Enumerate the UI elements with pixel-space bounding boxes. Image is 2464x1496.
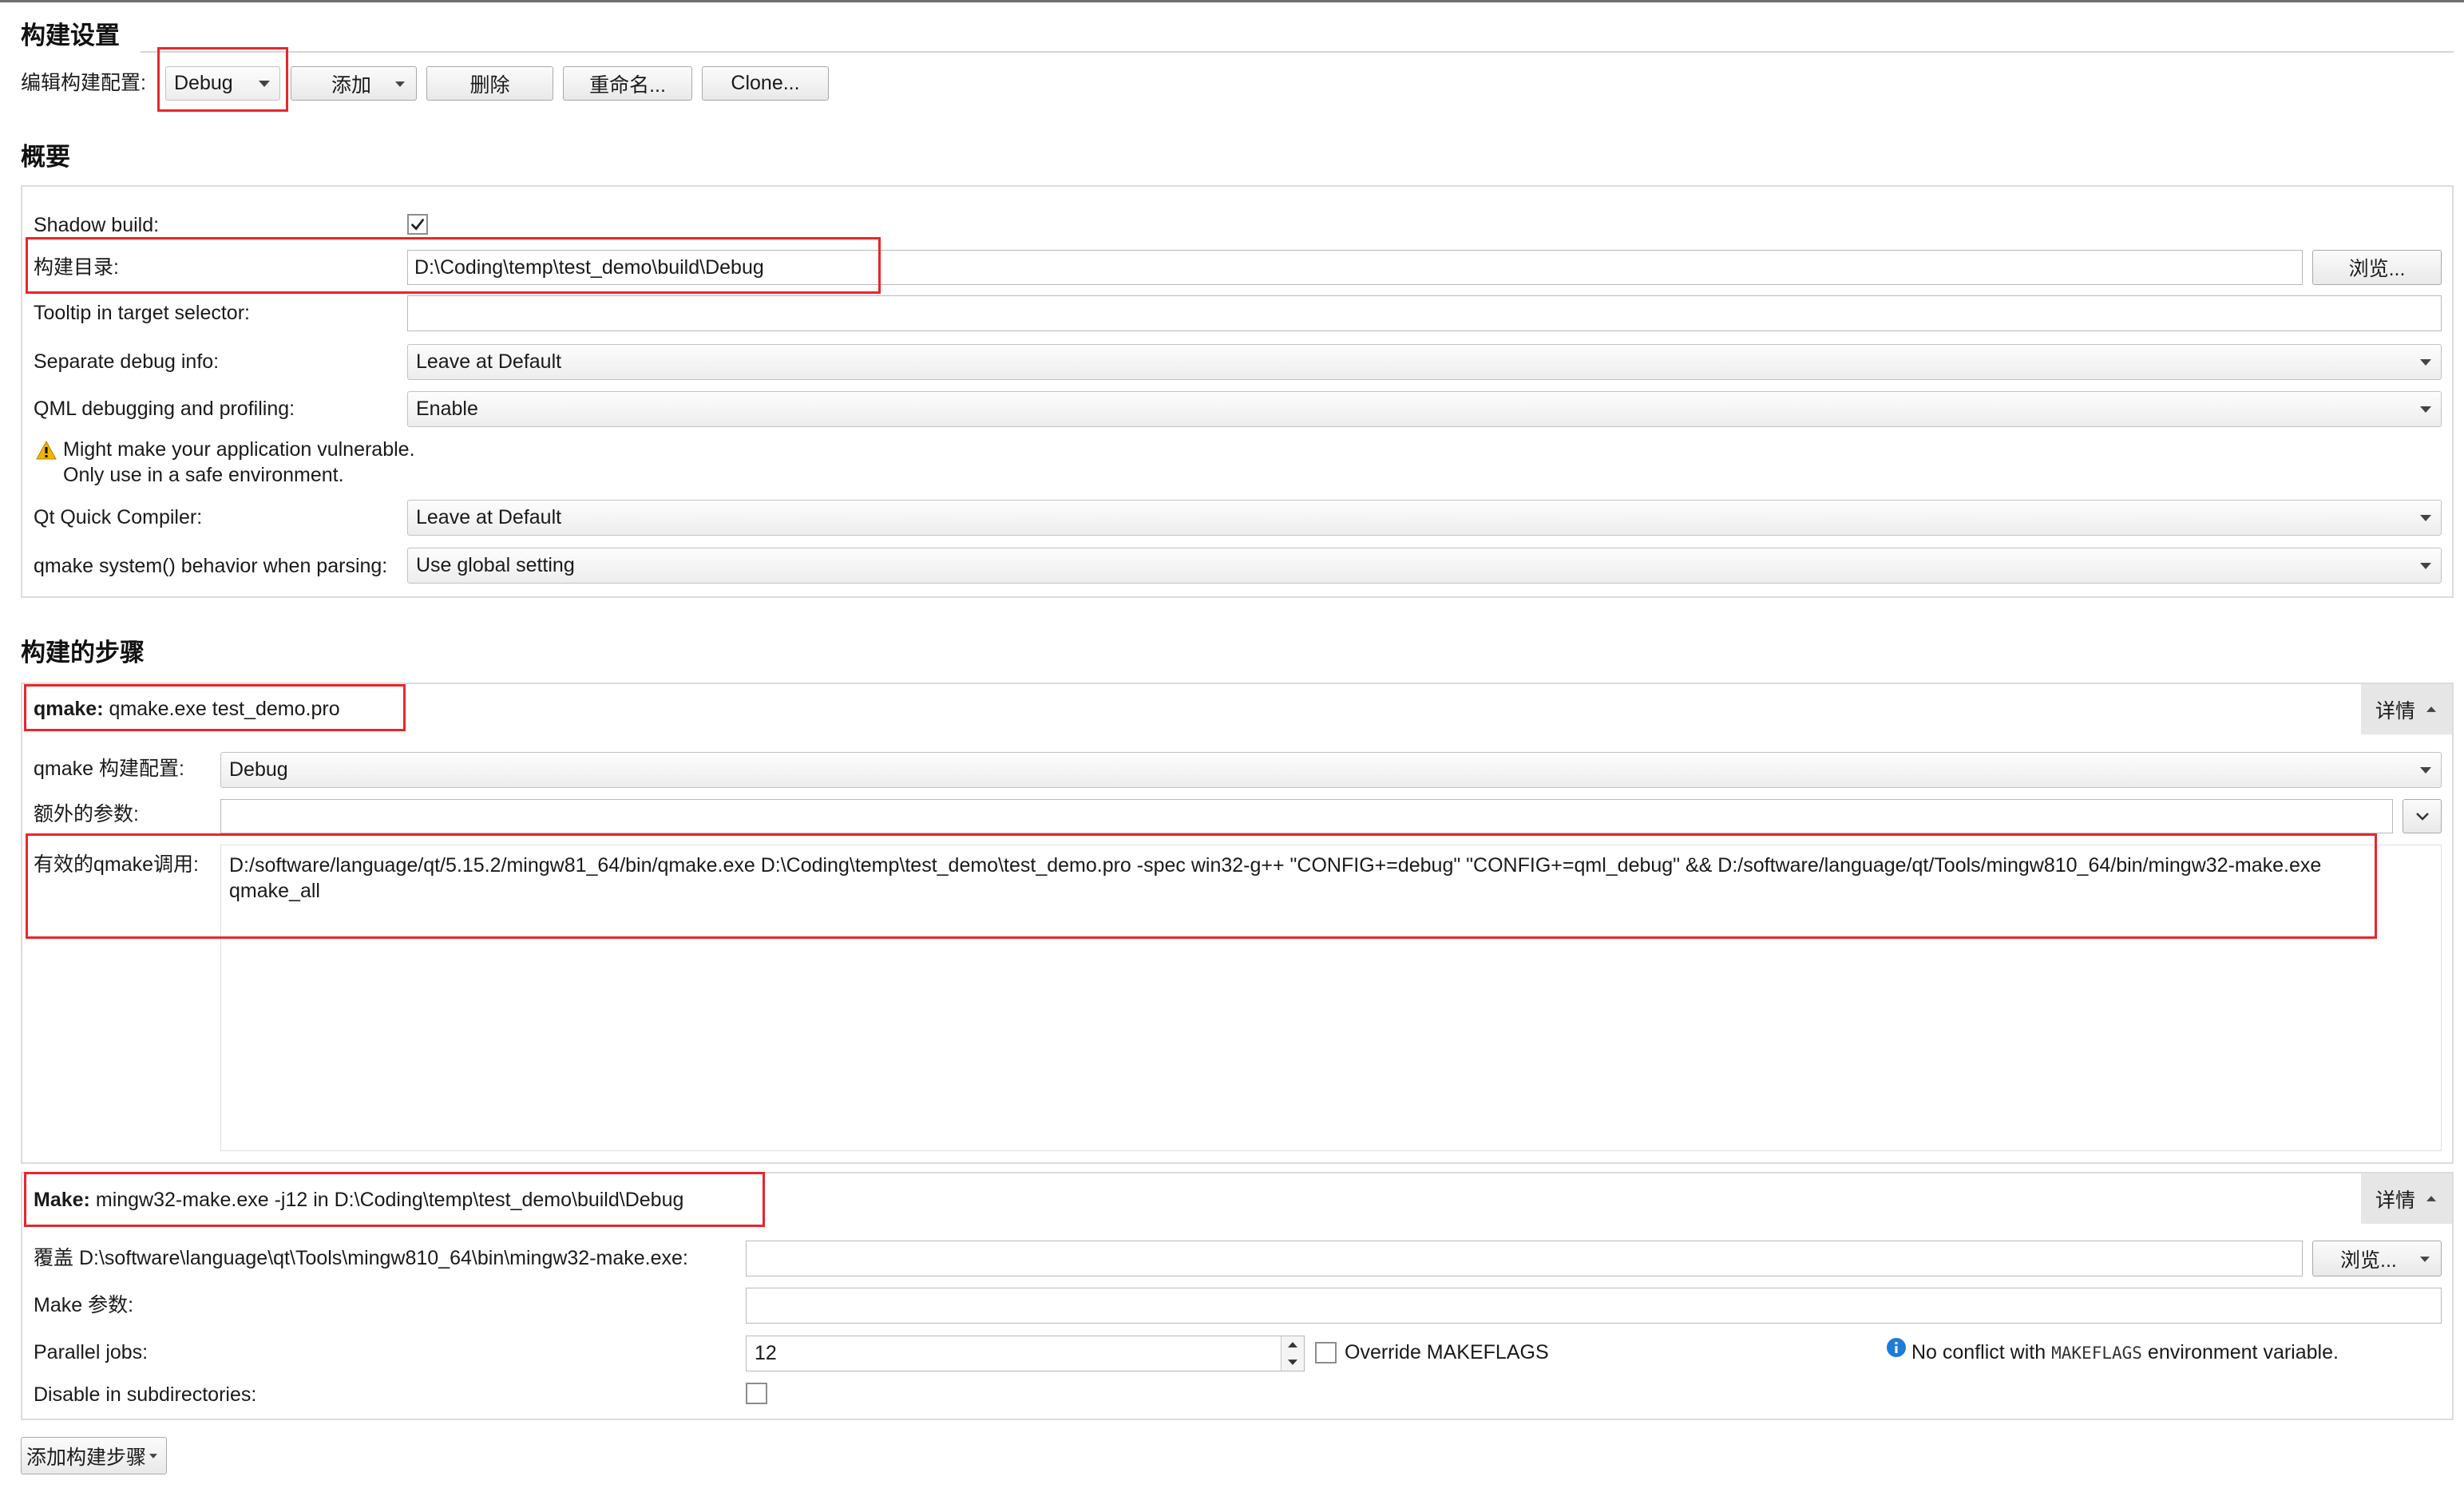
info-icon bbox=[1887, 1338, 1906, 1357]
qt-quick-compiler-label: Qt Quick Compiler: bbox=[34, 506, 203, 528]
chevron-down-icon bbox=[2420, 406, 2431, 413]
spin-up-icon bbox=[1288, 1342, 1297, 1348]
qml-debug-label: QML debugging and profiling: bbox=[34, 398, 295, 420]
details-label: 详情 bbox=[2375, 1189, 2416, 1212]
disable-subdirs-label: Disable in subdirectories: bbox=[34, 1383, 257, 1406]
clone-config-label: Clone... bbox=[731, 72, 800, 94]
add-config-button[interactable]: 添加 bbox=[291, 66, 417, 101]
parallel-jobs-spinbox[interactable]: 12 bbox=[746, 1336, 1305, 1371]
rename-config-button[interactable]: 重命名... bbox=[563, 66, 692, 101]
effective-call-textarea[interactable]: D:/software/language/qt/5.15.2/mingw81_6… bbox=[220, 845, 2442, 1151]
make-args-label: Make 参数: bbox=[34, 1294, 134, 1316]
effective-call-label: 有效的qmake调用: bbox=[34, 853, 199, 876]
chevron-down-icon bbox=[2420, 514, 2431, 521]
delete-config-button[interactable]: 删除 bbox=[426, 66, 553, 101]
make-step-command: mingw32-make.exe -j12 in D:\Coding\temp\… bbox=[95, 1189, 684, 1211]
chevron-down-icon bbox=[149, 1453, 158, 1458]
qt-quick-compiler-select[interactable]: Leave at Default bbox=[407, 500, 2442, 536]
build-dir-input[interactable]: D:\Coding\temp\test_demo\build\Debug bbox=[407, 250, 2303, 285]
parallel-jobs-value: 12 bbox=[755, 1342, 777, 1364]
add-config-label: 添加 bbox=[331, 73, 372, 97]
override-make-input[interactable] bbox=[746, 1241, 2303, 1276]
effective-call-text: D:/software/language/qt/5.15.2/mingw81_6… bbox=[229, 854, 2322, 902]
qmake-build-config-label: qmake 构建配置: bbox=[34, 758, 184, 780]
qmake-build-config-value: Debug bbox=[229, 758, 288, 781]
extra-args-expand-button[interactable] bbox=[2403, 799, 2442, 833]
spin-down-button[interactable] bbox=[1281, 1353, 1304, 1371]
qmake-step-name: qmake: bbox=[34, 698, 104, 720]
shadow-build-checkbox[interactable] bbox=[407, 214, 428, 235]
shadow-build-label: Shadow build: bbox=[34, 214, 160, 236]
parallel-jobs-label: Parallel jobs: bbox=[34, 1341, 149, 1363]
qml-debug-select[interactable]: Enable bbox=[407, 391, 2442, 427]
make-args-input[interactable] bbox=[746, 1288, 2442, 1324]
makeflags-info-text: No conflict with MAKEFLAGS environment var… bbox=[1911, 1339, 2339, 1366]
disable-subdirs-checkbox[interactable] bbox=[746, 1383, 767, 1404]
separate-debug-label: Separate debug info: bbox=[34, 350, 220, 373]
separate-debug-value: Leave at Default bbox=[416, 350, 562, 373]
make-details-button[interactable]: 详情 bbox=[2361, 1173, 2452, 1224]
info-prefix: No conflict with bbox=[1911, 1341, 2046, 1363]
tooltip-label: Tooltip in target selector: bbox=[34, 302, 250, 324]
info-code: MAKEFLAGS bbox=[2051, 1344, 2142, 1363]
check-icon bbox=[410, 218, 425, 231]
chevron-down-icon bbox=[2420, 358, 2431, 366]
clone-config-button[interactable]: Clone... bbox=[702, 66, 829, 101]
general-title: 概要 bbox=[21, 143, 70, 171]
build-dir-browse-button[interactable]: 浏览... bbox=[2312, 250, 2442, 285]
chevron-down-icon bbox=[259, 80, 270, 87]
browse-label: 浏览... bbox=[2340, 1249, 2397, 1272]
override-make-label: 覆盖 D:\software\language\qt\Tools\mingw81… bbox=[34, 1247, 688, 1269]
qmake-step-command: qmake.exe test_demo.pro bbox=[109, 698, 340, 720]
qmake-system-value: Use global setting bbox=[416, 554, 575, 576]
spin-down-icon bbox=[1288, 1359, 1297, 1365]
make-step-header[interactable]: Make: mingw32-make.exe -j12 in D:\Coding\… bbox=[34, 1186, 683, 1213]
qmake-system-label: qmake system() behavior when parsing: bbox=[34, 555, 388, 577]
qt-quick-compiler-value: Leave at Default bbox=[416, 506, 562, 528]
add-build-step-button[interactable]: 添加构建步骤 bbox=[21, 1437, 167, 1474]
info-suffix: environment variable. bbox=[2147, 1341, 2339, 1363]
extra-args-input[interactable] bbox=[220, 799, 2393, 833]
add-build-step-label: 添加构建步骤 bbox=[26, 1446, 147, 1469]
window-top-border bbox=[0, 0, 2464, 2]
tooltip-input[interactable] bbox=[407, 295, 2442, 331]
qmake-details-button[interactable]: 详情 bbox=[2361, 684, 2452, 734]
chevron-down-icon bbox=[395, 81, 405, 87]
make-step-name: Make: bbox=[34, 1189, 90, 1211]
qmake-step-header[interactable]: qmake: qmake.exe test_demo.pro bbox=[34, 695, 340, 722]
qml-debug-value: Enable bbox=[416, 398, 478, 420]
warning-text-line1: Might make your application vulnerable. bbox=[63, 438, 415, 461]
override-makeflags-checkbox[interactable] bbox=[1315, 1342, 1337, 1363]
separate-debug-select[interactable]: Leave at Default bbox=[407, 344, 2442, 380]
build-steps-title: 构建的步骤 bbox=[21, 639, 145, 667]
chevron-down-icon bbox=[2415, 813, 2429, 821]
details-label: 详情 bbox=[2375, 699, 2416, 722]
chevron-down-icon bbox=[2420, 766, 2431, 774]
qmake-build-config-select[interactable]: Debug bbox=[220, 752, 2442, 788]
qmake-system-select[interactable]: Use global setting bbox=[407, 548, 2442, 584]
edit-config-label: 编辑构建配置: bbox=[21, 72, 146, 94]
build-config-select[interactable]: Debug bbox=[165, 66, 280, 101]
browse-label: 浏览... bbox=[2348, 258, 2406, 280]
title-divider bbox=[141, 51, 2454, 53]
build-dir-label: 构建目录: bbox=[34, 256, 119, 279]
override-make-browse-button[interactable]: 浏览... bbox=[2312, 1241, 2442, 1276]
spin-up-button[interactable] bbox=[1281, 1336, 1304, 1354]
warning-text-line2: Only use in a safe environment. bbox=[63, 464, 344, 486]
delete-config-label: 删除 bbox=[469, 73, 510, 97]
page-title: 构建设置 bbox=[21, 22, 120, 49]
chevron-down-icon bbox=[2420, 1257, 2430, 1262]
chevron-up-icon bbox=[2426, 1196, 2437, 1201]
build-config-value: Debug bbox=[174, 72, 233, 94]
chevron-down-icon bbox=[2420, 562, 2431, 569]
chevron-up-icon bbox=[2426, 706, 2437, 712]
extra-args-label: 额外的参数: bbox=[34, 803, 139, 825]
override-makeflags-label: Override MAKEFLAGS bbox=[1345, 1341, 1549, 1363]
rename-config-label: 重命名... bbox=[589, 73, 666, 97]
warning-icon bbox=[36, 441, 57, 460]
